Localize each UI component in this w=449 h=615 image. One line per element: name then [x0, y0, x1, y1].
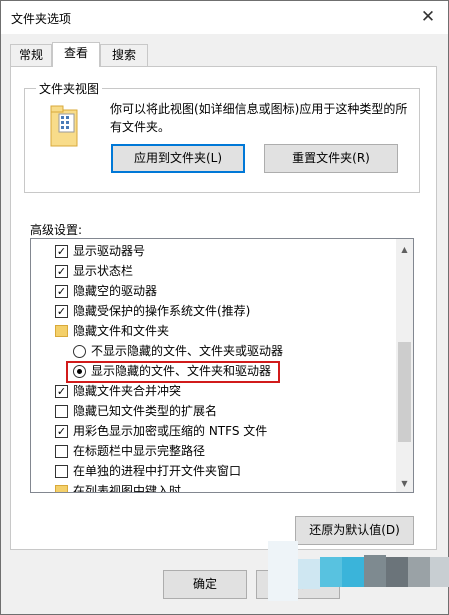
checkbox[interactable]	[55, 465, 68, 478]
scrollbar-thumb[interactable]	[398, 342, 411, 442]
watermark-overlay	[268, 541, 449, 601]
folder-views-title: 文件夹视图	[36, 80, 103, 97]
checkbox[interactable]: ✓	[55, 245, 68, 258]
checkbox[interactable]: ✓	[55, 265, 68, 278]
checkbox[interactable]: ✓	[55, 385, 68, 398]
window-title: 文件夹选项	[11, 12, 72, 26]
folder-icon	[55, 485, 68, 492]
reset-folders-button[interactable]: 重置文件夹(R)	[264, 144, 398, 173]
tab-view[interactable]: 查看	[52, 42, 100, 67]
checkbox[interactable]: ✓	[55, 425, 68, 438]
tab-search[interactable]: 搜索	[100, 44, 148, 66]
checkbox[interactable]	[55, 405, 68, 418]
folder-views-description: 你可以将此视图(如详细信息或图标)应用于这种类型的所有文件夹。	[110, 102, 408, 134]
folder-icon	[55, 325, 68, 337]
radio-button[interactable]	[73, 345, 86, 358]
ok-button[interactable]: 确定	[163, 570, 247, 599]
scroll-down-icon[interactable]: ▼	[396, 475, 413, 492]
close-icon[interactable]: ✕	[414, 5, 442, 29]
checkbox[interactable]: ✓	[55, 285, 68, 298]
scroll-up-icon[interactable]: ▲	[396, 241, 413, 258]
highlight-box	[66, 361, 280, 383]
apply-to-folders-button[interactable]: 应用到文件夹(L)	[111, 144, 245, 173]
vertical-scrollbar[interactable]: ▲ ▼	[396, 239, 413, 492]
title-bar: 文件夹选项 ✕	[1, 1, 448, 34]
advanced-settings-label: 高级设置:	[30, 223, 83, 237]
folder-view-icon	[50, 105, 78, 147]
checkbox[interactable]: ✓	[55, 305, 68, 318]
checkbox[interactable]	[55, 445, 68, 458]
tab-general[interactable]: 常规	[10, 44, 52, 66]
